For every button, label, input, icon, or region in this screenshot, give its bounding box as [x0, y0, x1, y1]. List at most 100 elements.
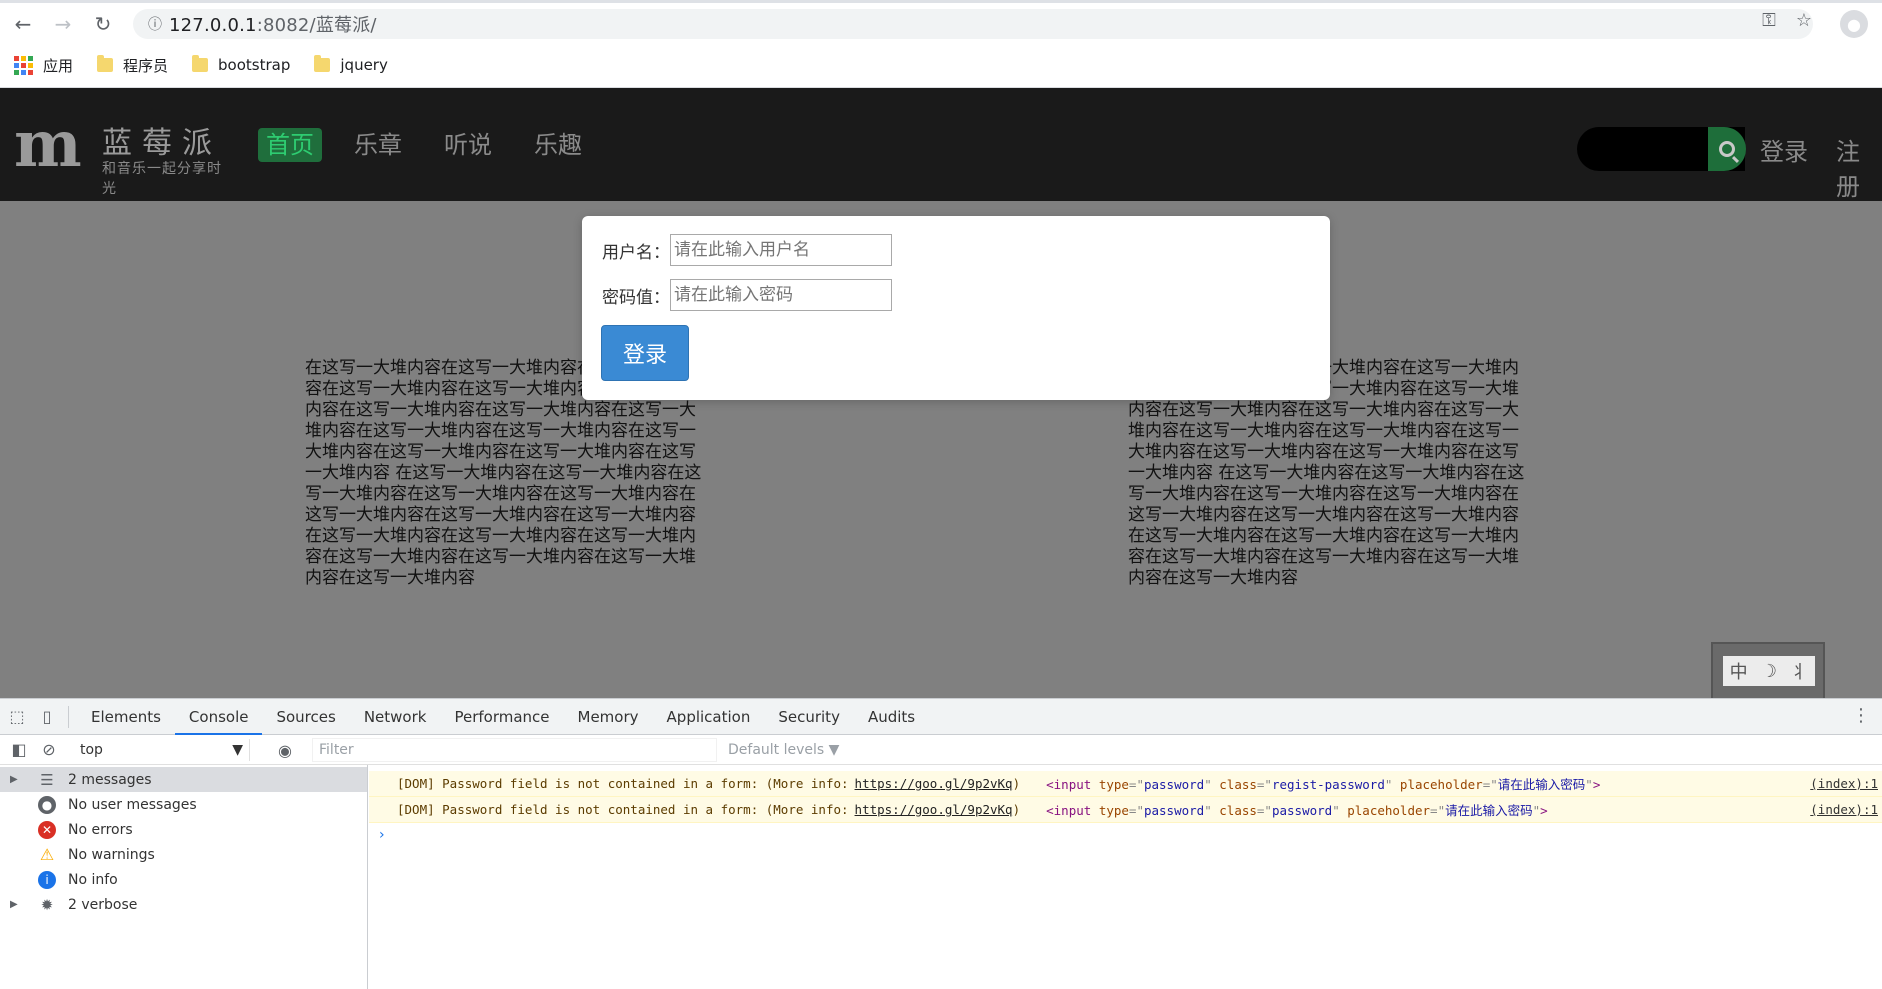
url-path: :8082/蓝莓派/ [256, 15, 377, 36]
url-text[interactable]: 127.0.0.1:8082/蓝莓派/ [169, 11, 377, 37]
console-toolbar: ◧ ⊘ top ▼ ◉ Filter Default levels ▼ [0, 735, 1882, 765]
message-close-paren: ) [1012, 776, 1021, 791]
message-link[interactable]: https://goo.gl/9p2vKq [855, 776, 1013, 791]
site-logo[interactable]: m 蓝莓派 和音乐一起分享时光 [14, 113, 234, 198]
message-source-link[interactable]: (index):1 [1810, 802, 1878, 817]
devtools-tab[interactable]: Performance [440, 699, 563, 735]
devtools-tab[interactable]: Console [174, 699, 263, 735]
attr-value: 请在此输入密码 [1445, 803, 1533, 818]
address-bar[interactable]: ⓘ 127.0.0.1:8082/蓝莓派/ [133, 9, 1813, 39]
nav-item[interactable]: 乐趣 [524, 128, 592, 162]
user-icon: ● [38, 795, 56, 814]
device-toolbar-icon[interactable]: ▯ [34, 704, 60, 730]
ime-button[interactable]: ☽ [1761, 661, 1777, 682]
tag-close: > [1540, 803, 1548, 818]
logo-text: 蓝莓派 [102, 126, 222, 161]
bookmark-label: bootstrap [218, 56, 291, 74]
devtools-tab[interactable]: Application [653, 699, 765, 735]
console-sidebar-item[interactable]: ⚠ No warnings [0, 842, 367, 867]
error-icon: ✕ [38, 820, 56, 839]
bookmark-label: jquery [340, 56, 388, 74]
site-header: m 蓝莓派 和音乐一起分享时光 首页 乐章 听说 乐趣 登录 注册 [0, 88, 1882, 201]
login-modal: 用户名： 密码值： 登录 [582, 216, 1330, 400]
bookmark-item[interactable]: jquery [314, 55, 388, 74]
sidebar-label: No user messages [68, 796, 197, 813]
log-levels-dropdown[interactable]: Default levels ▼ [728, 742, 839, 758]
console-sidebar-item[interactable]: ● No user messages [0, 792, 367, 817]
main-nav: 首页 乐章 听说 乐趣 [258, 128, 614, 162]
console-sidebar-item[interactable]: ✕ No errors [0, 817, 367, 842]
live-expression-eye-icon[interactable]: ◉ [272, 737, 298, 763]
filter-placeholder: Filter [319, 742, 354, 758]
tab-strip-edge [0, 0, 1882, 3]
context-selector[interactable]: top ▼ [80, 739, 250, 761]
message-link[interactable]: https://goo.gl/9p2vKq [855, 802, 1013, 817]
sidebar-toggle-icon[interactable]: ◧ [6, 737, 32, 763]
url-host: 127.0.0.1 [169, 15, 257, 36]
attr-value: 请在此输入密码 [1497, 777, 1586, 792]
page-viewport: m 蓝莓派 和音乐一起分享时光 首页乐章听说乐趣 登录 注册 MOVEMENT … [0, 88, 1882, 698]
folder-icon [314, 55, 331, 72]
tag-open: <input [1046, 803, 1092, 818]
password-input[interactable] [670, 279, 892, 311]
sidebar-label: No warnings [68, 846, 155, 863]
bookmarks-bar: 应用 程序员 bootstrap jquery [0, 48, 398, 82]
devtools-separator [68, 705, 69, 728]
browser-toolbar: ← → ↻ ⓘ 127.0.0.1:8082/蓝莓派/ ⚿ ☆ ● [0, 4, 1882, 44]
message-source-link[interactable]: (index):1 [1810, 776, 1878, 791]
message-close-paren: ) [1012, 802, 1021, 817]
console-sidebar-item[interactable]: ▶ ✹ 2 verbose [0, 892, 367, 917]
element-snippet[interactable]: <input type="password" class="regist-pas… [1046, 774, 1600, 793]
back-icon[interactable]: ← [6, 7, 40, 41]
console-warning-message: [DOM] Password field is not contained in… [369, 771, 1882, 797]
sidebar-label: No info [68, 871, 118, 888]
reload-icon[interactable]: ↻ [86, 7, 120, 41]
inspect-element-icon[interactable]: ⬚ [4, 704, 30, 730]
message-text: [DOM] Password field is not contained in… [397, 776, 849, 791]
bookmark-item[interactable]: 程序员 [97, 55, 168, 76]
profile-avatar-icon[interactable]: ● [1840, 10, 1868, 38]
expand-arrow-icon[interactable]: ▶ [10, 899, 24, 910]
site-info-icon[interactable]: ⓘ [141, 14, 169, 34]
bookmark-item[interactable]: bootstrap [192, 55, 291, 74]
bug-icon: ✹ [40, 895, 54, 914]
attr-name: class [1219, 803, 1257, 818]
ime-toolbar[interactable]: 中 ☽ ⺦ [1711, 642, 1825, 698]
devtools-tab[interactable]: Audits [854, 699, 929, 735]
ime-toolbar-buttons: 中 ☽ ⺦ [1723, 656, 1815, 686]
console-filter-input[interactable]: Filter [312, 738, 717, 762]
username-label: 用户名： [602, 242, 670, 263]
username-input[interactable] [670, 234, 892, 266]
key-icon[interactable]: ⚿ [1762, 10, 1776, 31]
devtools-tab[interactable]: Sources [262, 699, 349, 735]
forward-icon[interactable]: → [46, 7, 80, 41]
element-snippet[interactable]: <input type="password" class="password" … [1046, 800, 1548, 819]
bookmark-star-icon[interactable]: ☆ [1796, 10, 1812, 31]
devtools-tab[interactable]: Elements [77, 699, 175, 735]
expand-arrow-icon[interactable]: ▶ [10, 774, 24, 785]
ime-button[interactable]: 中 [1730, 658, 1748, 684]
search-icon [1719, 141, 1735, 157]
devtools-tab[interactable]: Security [764, 699, 854, 735]
sidebar-label: No errors [68, 821, 133, 838]
console-sidebar-item[interactable]: ▶ ☰ 2 messages [0, 767, 367, 792]
ime-button[interactable]: ⺦ [1790, 658, 1808, 684]
devtools-tab[interactable]: Network [350, 699, 441, 735]
console-sidebar-item[interactable]: i No info [0, 867, 367, 892]
devtools-menu-icon[interactable]: ⋮ [1852, 705, 1870, 726]
devtools-tab[interactable]: Memory [564, 699, 653, 735]
login-submit-button[interactable]: 登录 [601, 325, 689, 381]
browser-chrome: ← → ↻ ⓘ 127.0.0.1:8082/蓝莓派/ ⚿ ☆ ● 应用 程序员 b… [0, 0, 1882, 88]
console-prompt[interactable]: › [379, 827, 1882, 843]
address-bar-actions: ⚿ ☆ [1762, 10, 1812, 31]
folder-icon [192, 55, 209, 72]
bookmark-item[interactable]: 应用 [14, 55, 73, 76]
header-login-link[interactable]: 登录 [1760, 132, 1808, 167]
header-register-link[interactable]: 注册 [1836, 132, 1882, 202]
nav-item[interactable]: 听说 [434, 128, 502, 162]
nav-item[interactable]: 首页 [258, 128, 322, 162]
sidebar-label: 2 messages [68, 771, 152, 788]
nav-item[interactable]: 乐章 [344, 128, 412, 162]
clear-console-icon[interactable]: ⊘ [36, 737, 62, 763]
bookmark-label: 应用 [43, 56, 74, 75]
